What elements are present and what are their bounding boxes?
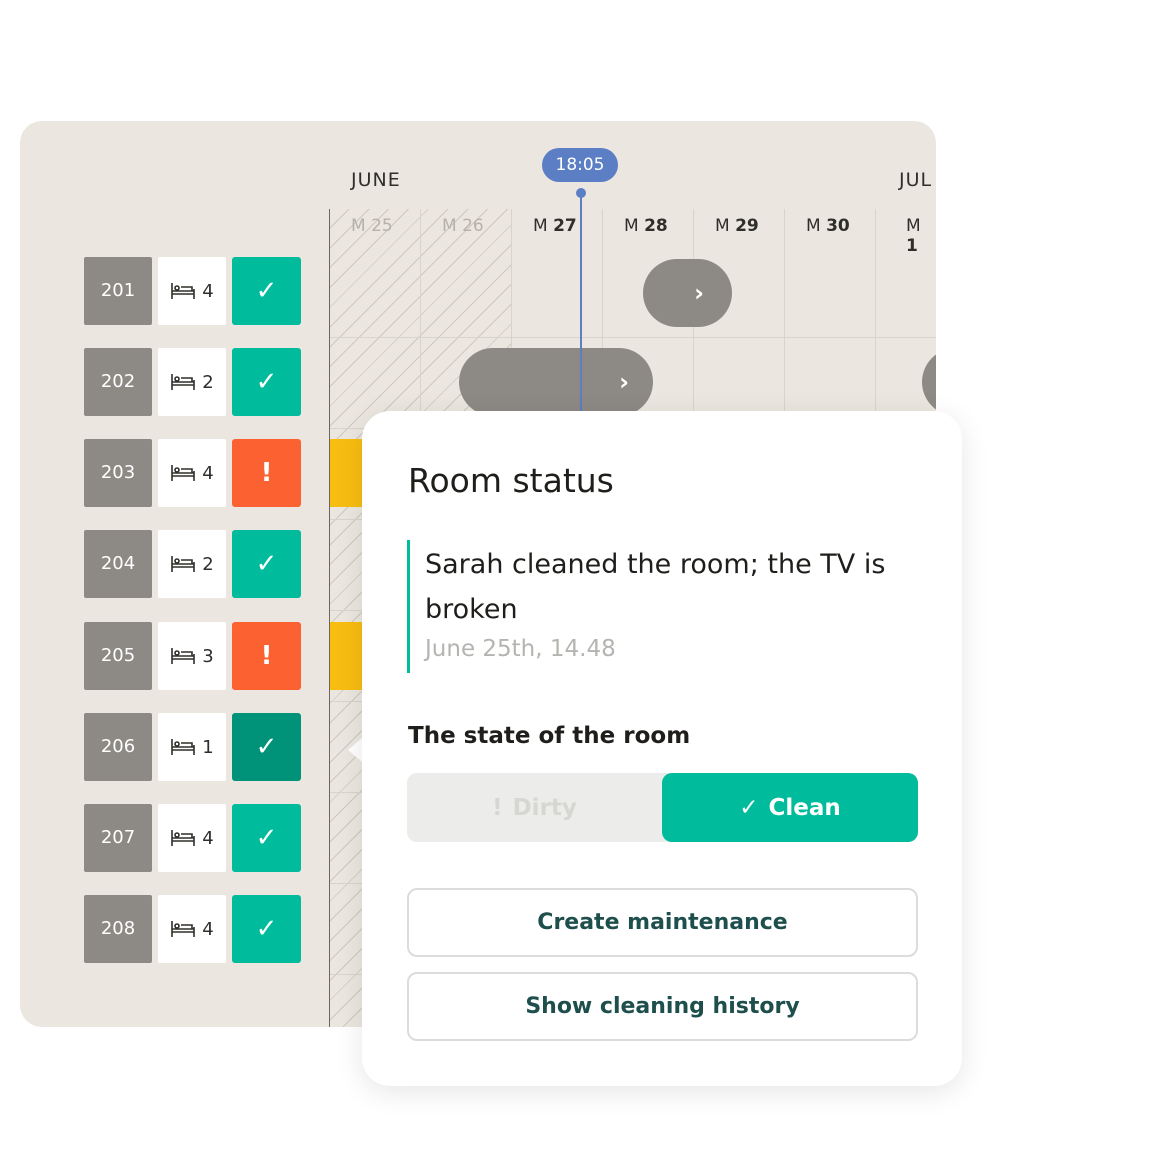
current-time-dot [576,188,586,198]
bed-count: 4 [158,804,226,872]
bed-count: 4 [158,257,226,325]
room-number[interactable]: 205 [84,622,152,690]
current-time-badge: 18:05 [542,148,618,182]
month-label-july: JUL [899,169,933,191]
room-number[interactable]: 201 [84,257,152,325]
room-number[interactable]: 208 [84,895,152,963]
exclamation-icon: ! [492,794,503,821]
day-header[interactable]: M 27 [533,216,577,236]
show-cleaning-history-button[interactable]: Show cleaning history [407,972,918,1041]
bed-count: 2 [158,530,226,598]
dirty-label: Dirty [512,794,577,821]
occupied-bar[interactable] [330,439,362,507]
dirty-option[interactable]: ! Dirty [407,773,662,842]
room-number[interactable]: 207 [84,804,152,872]
bed-count: 4 [158,439,226,507]
room-status-button[interactable]: ! [232,622,301,690]
room-status-button[interactable]: ✓ [232,895,301,963]
bed-icon [171,465,196,481]
booking-bar[interactable]: › [459,348,653,416]
day-header[interactable]: M 25 [351,216,393,236]
bed-count: 1 [158,713,226,781]
room-number[interactable]: 204 [84,530,152,598]
room-status-button[interactable]: ✓ [232,530,301,598]
bed-count: 2 [158,348,226,416]
bed-count: 4 [158,895,226,963]
chevron-right-icon: › [694,279,704,307]
room-status-button[interactable]: ✓ [232,713,301,781]
room-state-toggle: ! Dirty ✓ Clean [407,773,918,842]
day-header[interactable]: M 30 [806,216,850,236]
current-time-line [580,193,582,413]
room-status-popup: Room status Sarah cleaned the room; the … [362,411,962,1086]
popup-title: Room status [408,461,614,500]
check-icon: ✓ [739,794,759,821]
room-status-button[interactable]: ✓ [232,348,301,416]
chevron-right-icon: › [619,368,629,396]
room-status-button[interactable]: ! [232,439,301,507]
bed-icon [171,556,196,572]
note-text: Sarah cleaned the room; the TV is broken [425,549,886,625]
room-column-divider [329,209,330,1027]
popup-pointer [348,738,362,762]
day-header[interactable]: M 1 [906,216,936,256]
bed-icon [171,283,196,299]
bed-icon [171,648,196,664]
day-header[interactable]: M 28 [624,216,668,236]
bed-icon [171,921,196,937]
bed-icon [171,830,196,846]
room-number[interactable]: 203 [84,439,152,507]
state-label: The state of the room [408,723,691,749]
room-number[interactable]: 202 [84,348,152,416]
clean-label: Clean [768,794,841,821]
room-note: Sarah cleaned the room; the TV is broken… [407,540,920,673]
day-header[interactable]: M 26 [442,216,484,236]
clean-option[interactable]: ✓ Clean [662,773,918,842]
bed-icon [171,739,196,755]
bed-icon [171,374,196,390]
occupied-bar[interactable] [330,622,362,690]
month-label-june: JUNE [351,169,401,191]
note-timestamp: June 25th, 14.48 [425,636,616,662]
room-status-button[interactable]: ✓ [232,257,301,325]
day-header[interactable]: M 29 [715,216,759,236]
booking-bar[interactable]: › [643,259,732,327]
bed-count: 3 [158,622,226,690]
create-maintenance-button[interactable]: Create maintenance [407,888,918,957]
room-status-button[interactable]: ✓ [232,804,301,872]
room-number[interactable]: 206 [84,713,152,781]
